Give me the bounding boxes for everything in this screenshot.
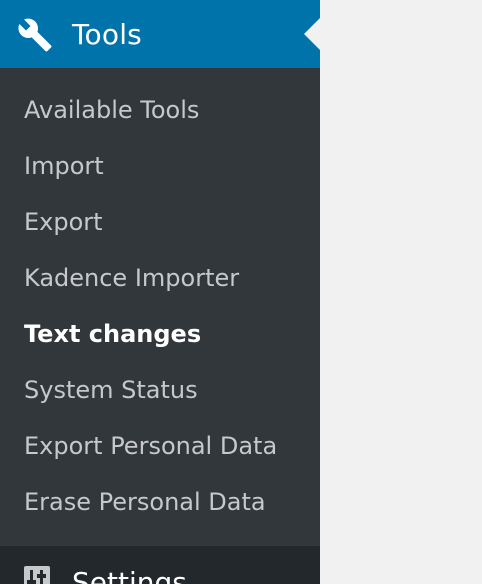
settings-sliders-icon [24, 566, 50, 584]
menu-tools-label: Tools [72, 18, 142, 51]
main-content-area [320, 0, 482, 584]
submenu-item-erase-personal-data[interactable]: Erase Personal Data [24, 482, 266, 522]
submenu-item-import[interactable]: Import [24, 146, 104, 186]
submenu-item-export-personal-data[interactable]: Export Personal Data [24, 426, 277, 466]
submenu-item-available-tools[interactable]: Available Tools [24, 90, 199, 130]
menu-settings[interactable]: Settings [0, 546, 320, 584]
submenu-item-system-status[interactable]: System Status [24, 370, 198, 410]
submenu-item-export[interactable]: Export [24, 202, 103, 242]
wrench-icon [16, 16, 54, 54]
submenu-item-kadence-importer[interactable]: Kadence Importer [24, 258, 239, 298]
tools-submenu: Available Tools Import Export Kadence Im… [0, 68, 320, 546]
submenu-item-text-changes[interactable]: Text changes [24, 314, 201, 354]
current-menu-pointer [304, 18, 320, 50]
menu-settings-label: Settings [72, 566, 187, 584]
menu-tools[interactable]: Tools [0, 0, 320, 68]
wp-admin-screen: Tools Available Tools Import Export Kade… [0, 0, 482, 584]
admin-sidebar: Tools Available Tools Import Export Kade… [0, 0, 320, 584]
